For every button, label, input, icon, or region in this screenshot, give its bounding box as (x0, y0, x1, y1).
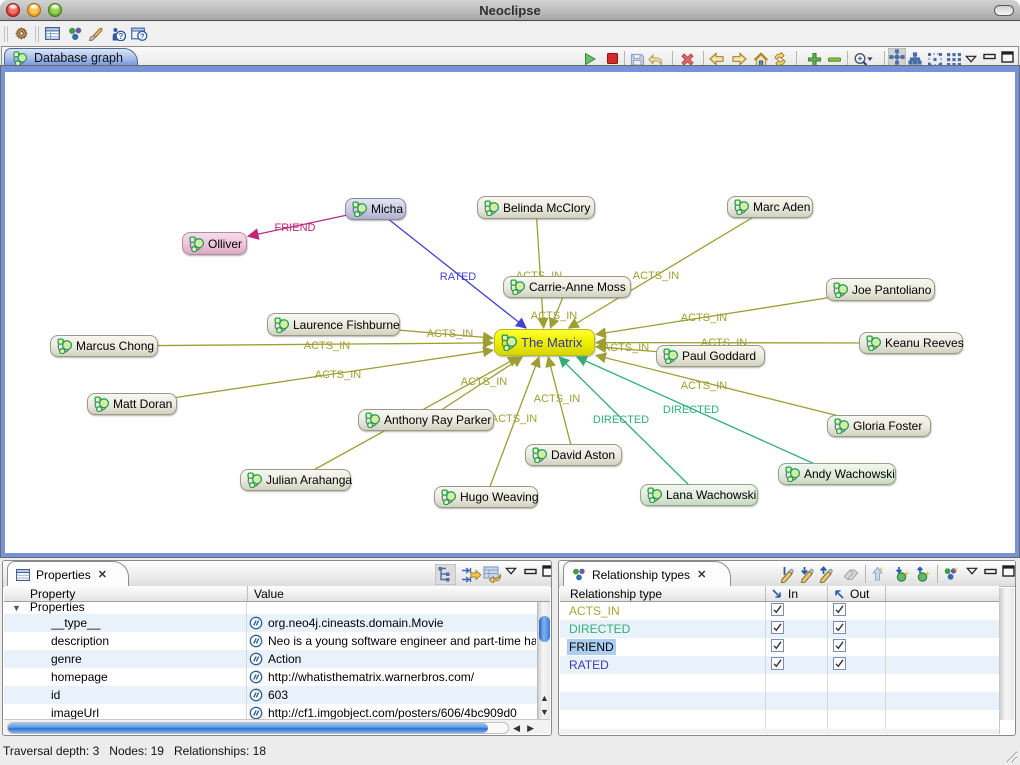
svg-text:ACTS_IN: ACTS_IN (681, 380, 728, 392)
svg-text:ACTS_IN: ACTS_IN (531, 310, 578, 322)
svg-text:ACTS_IN: ACTS_IN (461, 376, 508, 388)
svg-text:ACTS_IN: ACTS_IN (491, 413, 538, 425)
svg-text:ACTS_IN: ACTS_IN (427, 328, 474, 340)
svg-text:DIRECTED: DIRECTED (593, 414, 649, 426)
svg-text:DIRECTED: DIRECTED (663, 404, 719, 416)
svg-text:ACTS_IN: ACTS_IN (603, 342, 650, 354)
svg-text:ACTS_IN: ACTS_IN (534, 393, 581, 405)
svg-text:?: ? (140, 32, 145, 41)
svg-text:ACTS_IN: ACTS_IN (681, 312, 728, 324)
svg-text:FRIEND: FRIEND (275, 222, 316, 234)
svg-text:ACTS_IN: ACTS_IN (315, 369, 362, 381)
svg-text:?: ? (118, 32, 123, 41)
svg-text:RATED: RATED (440, 271, 477, 283)
svg-text:ACTS_IN: ACTS_IN (633, 270, 680, 282)
svg-text:ACTS_IN: ACTS_IN (304, 340, 351, 352)
